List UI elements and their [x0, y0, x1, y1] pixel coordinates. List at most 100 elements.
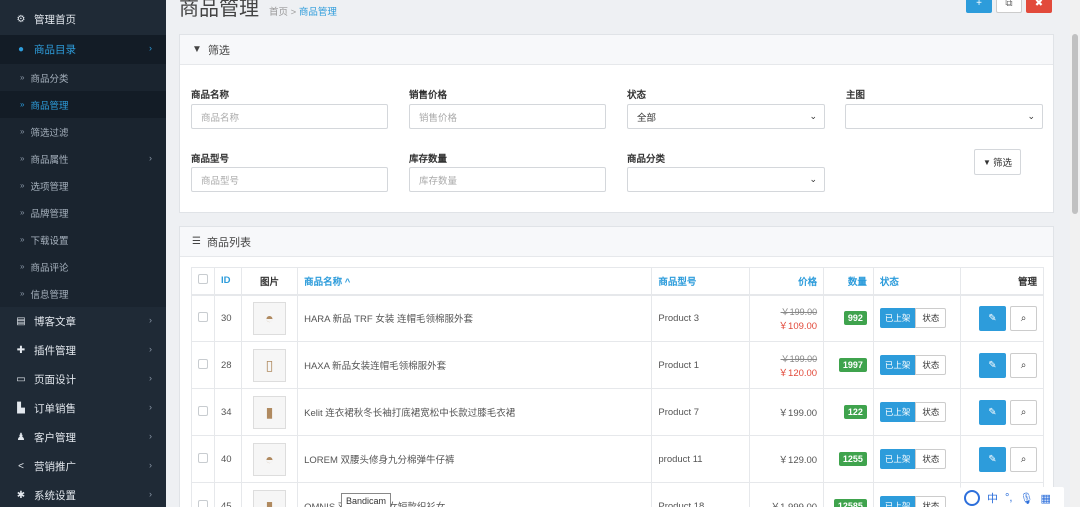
- row-id: 40: [214, 435, 242, 483]
- status-toggle-button[interactable]: 状态: [915, 449, 947, 469]
- product-list-panel: ☰ 商品列表 ID 图片 商品名称 ^ 商品型号 价格 数量 状态 管理 30 …: [179, 226, 1054, 507]
- scrollbar-thumb[interactable]: [1072, 34, 1078, 214]
- copy-button[interactable]: ⧉: [996, 0, 1022, 13]
- status-toggle-button[interactable]: 状态: [915, 496, 947, 507]
- row-checkbox[interactable]: [198, 452, 208, 463]
- product-thumbnail[interactable]: ◓: [252, 301, 286, 335]
- add-button[interactable]: +: [966, 0, 992, 13]
- table-row[interactable]: 45 ▮ OMNIS 双大衣女短款织衫女 Product 18 ￥1,999.0…: [191, 482, 1045, 507]
- status-badge: 已上架: [879, 308, 916, 329]
- view-button[interactable]: ⌕: [1010, 305, 1037, 331]
- table-row[interactable]: 40 ◓ LOREM 双腰头修身九分棉弹牛仔裤 product 11 ￥129.…: [191, 435, 1045, 483]
- row-checkbox[interactable]: [198, 311, 208, 322]
- sidebar-subitem-options[interactable]: » 选项管理: [0, 172, 166, 199]
- edit-button[interactable]: ✎: [979, 352, 1006, 378]
- edit-button[interactable]: ✎: [979, 446, 1006, 472]
- sidebar-item-dashboard[interactable]: ⚙ 管理首页: [0, 0, 166, 35]
- col-status[interactable]: 状态: [872, 267, 961, 296]
- sidebar-subitem-reviews[interactable]: » 商品评论: [0, 253, 166, 280]
- main-image-select[interactable]: ⌄: [845, 104, 1043, 129]
- sidebar-item-plugins[interactable]: ✚ 插件管理 ›: [0, 336, 166, 365]
- row-name-cell: LOREM 双腰头修身九分棉弹牛仔裤: [297, 435, 653, 483]
- status-toggle-button[interactable]: 状态: [915, 355, 947, 375]
- list-icon: ☰: [192, 236, 201, 247]
- row-checkbox[interactable]: [198, 405, 208, 416]
- sidebar-item-blog[interactable]: ▤ 博客文章 ›: [0, 307, 166, 336]
- page-scrollbar[interactable]: [1070, 0, 1080, 507]
- chevron-right-icon: ›: [149, 460, 152, 470]
- col-name[interactable]: 商品名称 ^: [297, 267, 653, 296]
- col-id[interactable]: ID: [214, 267, 242, 296]
- microphone-icon[interactable]: 🎙: [1019, 492, 1033, 505]
- stock-input[interactable]: 库存数量: [409, 167, 606, 192]
- pencil-icon: ✎: [988, 406, 997, 418]
- model-input[interactable]: 商品型号: [191, 167, 388, 192]
- sidebar-item-marketing[interactable]: < 营销推广 ›: [0, 452, 166, 481]
- product-thumbnail[interactable]: ▮: [252, 395, 286, 429]
- row-checkbox[interactable]: [198, 499, 208, 507]
- price: ￥199.00: [778, 408, 818, 419]
- product-thumbnail[interactable]: ▯: [252, 348, 286, 382]
- sidebar-item-catalog[interactable]: ● 商品目录 ›: [0, 35, 166, 64]
- share-icon: <: [18, 461, 24, 472]
- sidebar-item-label: 插件管理: [34, 345, 76, 357]
- tag-icon: ●: [17, 44, 25, 55]
- model-label: 商品型号: [191, 154, 230, 165]
- subitem-label: 品牌管理: [30, 208, 69, 220]
- pencil-icon: ✎: [988, 359, 997, 371]
- page-title: 商品管理: [179, 0, 259, 20]
- old-price: ￥199.00: [780, 353, 818, 364]
- status-toggle-button[interactable]: 状态: [915, 308, 947, 329]
- status-badge: 已上架: [879, 449, 916, 469]
- col-model[interactable]: 商品型号: [651, 267, 751, 296]
- category-label: 商品分类: [627, 154, 666, 165]
- breadcrumb-current: 商品管理: [298, 7, 337, 18]
- grid-icon[interactable]: ▦: [1040, 492, 1050, 505]
- punctuation-icon[interactable]: °,: [1005, 492, 1012, 504]
- cog-icon: ✱: [16, 490, 26, 501]
- sidebar-subitem-categories[interactable]: » 商品分类: [0, 64, 166, 91]
- table-row[interactable]: 28 ▯ HAXA 新品女装连帽毛领棉服外套 Product 1 ￥199.00…: [191, 341, 1045, 389]
- sidebar-subitem-downloads[interactable]: » 下载设置: [0, 226, 166, 253]
- delete-button[interactable]: ✖: [1026, 0, 1052, 13]
- edit-button[interactable]: ✎: [979, 399, 1006, 425]
- product-name-label: 商品名称: [191, 90, 230, 101]
- ime-language[interactable]: 中: [987, 490, 998, 506]
- product-name-input[interactable]: 商品名称: [191, 104, 388, 129]
- view-button[interactable]: ⌕: [1010, 399, 1037, 425]
- sidebar-item-orders[interactable]: ▙ 订单销售 ›: [0, 394, 166, 423]
- sidebar-subitem-info[interactable]: » 信息管理: [0, 280, 166, 307]
- sidebar-subitem-products[interactable]: » 商品管理: [0, 91, 166, 118]
- row-id: 34: [214, 388, 242, 436]
- price-input[interactable]: 销售价格: [409, 104, 606, 129]
- row-status-cell: 已上架 状态: [872, 341, 961, 389]
- status-select[interactable]: 全部 ⌄: [627, 104, 825, 129]
- sidebar-subitem-filters[interactable]: » 筛选过滤: [0, 118, 166, 145]
- status-select-value: 全部: [637, 112, 657, 124]
- table-row[interactable]: 34 ▮ Kelit 连衣裙秋冬长袖打底裙宽松中长款过膝毛衣裙 Product …: [191, 388, 1045, 436]
- category-select[interactable]: ⌄: [627, 167, 825, 192]
- col-price[interactable]: 价格: [749, 267, 825, 296]
- sidebar-item-settings[interactable]: ✱ 系统设置 ›: [0, 481, 166, 507]
- edit-button[interactable]: ✎: [979, 305, 1006, 331]
- breadcrumb-home[interactable]: 首页: [269, 7, 288, 18]
- row-status-cell: 已上架 状态: [872, 388, 961, 436]
- sidebar-subitem-attributes[interactable]: » 商品属性 ›: [0, 145, 166, 172]
- view-button[interactable]: ⌕: [1010, 352, 1037, 378]
- sidebar-subitem-brands[interactable]: » 品牌管理: [0, 199, 166, 226]
- product-thumbnail[interactable]: ◓: [252, 442, 286, 476]
- select-all-checkbox[interactable]: [198, 274, 208, 285]
- price: ￥129.00: [778, 455, 818, 466]
- sidebar-item-customers[interactable]: ♟ 客户管理 ›: [0, 423, 166, 452]
- row-image-cell: ▯: [240, 341, 299, 389]
- pencil-icon: ✎: [988, 453, 997, 465]
- chevron-right-icon: ›: [149, 431, 152, 441]
- filter-button[interactable]: ▼ 筛选: [974, 149, 1021, 175]
- row-checkbox[interactable]: [198, 358, 208, 369]
- status-toggle-button[interactable]: 状态: [915, 402, 947, 422]
- product-thumbnail[interactable]: ▮: [252, 489, 286, 507]
- col-qty[interactable]: 数量: [823, 267, 874, 296]
- sidebar-item-design[interactable]: ▭ 页面设计 ›: [0, 365, 166, 394]
- table-row[interactable]: 30 ◓ HARA 新品 TRF 女装 连帽毛领棉服外套 Product 3 ￥…: [191, 294, 1045, 342]
- view-button[interactable]: ⌕: [1010, 446, 1037, 472]
